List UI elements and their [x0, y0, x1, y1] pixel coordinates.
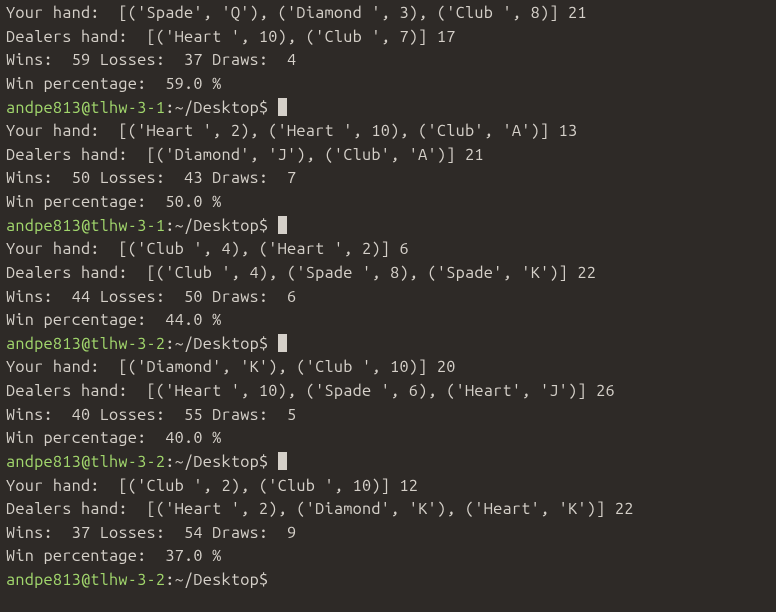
output-line-dealers-hand: Dealers hand: [('Heart ', 10), ('Spade '… — [6, 380, 770, 404]
output-line-your-hand: Your hand: [('Spade', 'Q'), ('Diamond ',… — [6, 2, 770, 26]
output-line-your-hand: Your hand: [('Club ', 4), ('Heart ', 2)]… — [6, 238, 770, 262]
cursor-icon — [278, 216, 287, 234]
output-line-dealers-hand: Dealers hand: [('Heart ', 2), ('Diamond'… — [6, 498, 770, 522]
prompt-line[interactable]: andpe813@tlhw-3-1:~/Desktop$ — [6, 97, 770, 121]
terminal-output[interactable]: Your hand: [('Spade', 'Q'), ('Diamond ',… — [6, 2, 770, 593]
prompt-separator: : — [165, 571, 174, 589]
prompt-dollar: $ — [259, 217, 278, 235]
output-line-stats: Wins: 40 Losses: 55 Draws: 5 — [6, 404, 770, 428]
output-line-stats: Wins: 44 Losses: 50 Draws: 6 — [6, 286, 770, 310]
prompt-user-host: andpe813@tlhw-3-2 — [6, 335, 165, 353]
prompt-dollar: $ — [259, 453, 278, 471]
output-line-your-hand: Your hand: [('Heart ', 2), ('Heart ', 10… — [6, 120, 770, 144]
cursor-icon — [278, 98, 287, 116]
prompt-separator: : — [165, 99, 174, 117]
prompt-separator: : — [165, 335, 174, 353]
output-line-dealers-hand: Dealers hand: [('Diamond', 'J'), ('Club'… — [6, 144, 770, 168]
output-line-dealers-hand: Dealers hand: [('Club ', 4), ('Spade ', … — [6, 262, 770, 286]
output-line-win-percentage: Win percentage: 50.0 % — [6, 191, 770, 215]
prompt-path: ~/Desktop — [175, 453, 259, 471]
output-line-win-percentage: Win percentage: 37.0 % — [6, 545, 770, 569]
prompt-path: ~/Desktop — [175, 217, 259, 235]
output-line-dealers-hand: Dealers hand: [('Heart ', 10), ('Club ',… — [6, 26, 770, 50]
output-line-win-percentage: Win percentage: 40.0 % — [6, 427, 770, 451]
output-line-stats: Wins: 50 Losses: 43 Draws: 7 — [6, 167, 770, 191]
prompt-path: ~/Desktop — [175, 571, 259, 589]
prompt-line[interactable]: andpe813@tlhw-3-2:~/Desktop$ — [6, 451, 770, 475]
prompt-dollar: $ — [259, 571, 278, 589]
output-line-stats: Wins: 37 Losses: 54 Draws: 9 — [6, 522, 770, 546]
prompt-separator: : — [165, 453, 174, 471]
prompt-dollar: $ — [259, 99, 278, 117]
output-line-stats: Wins: 59 Losses: 37 Draws: 4 — [6, 49, 770, 73]
prompt-path: ~/Desktop — [175, 335, 259, 353]
prompt-user-host: andpe813@tlhw-3-2 — [6, 453, 165, 471]
prompt-line[interactable]: andpe813@tlhw-3-1:~/Desktop$ — [6, 215, 770, 239]
prompt-line[interactable]: andpe813@tlhw-3-2:~/Desktop$ — [6, 569, 770, 593]
output-line-win-percentage: Win percentage: 59.0 % — [6, 73, 770, 97]
prompt-user-host: andpe813@tlhw-3-1 — [6, 99, 165, 117]
cursor-icon — [278, 334, 287, 352]
prompt-user-host: andpe813@tlhw-3-2 — [6, 571, 165, 589]
prompt-separator: : — [165, 217, 174, 235]
output-line-win-percentage: Win percentage: 44.0 % — [6, 309, 770, 333]
cursor-icon — [278, 452, 287, 470]
prompt-line[interactable]: andpe813@tlhw-3-2:~/Desktop$ — [6, 333, 770, 357]
output-line-your-hand: Your hand: [('Diamond', 'K'), ('Club ', … — [6, 356, 770, 380]
prompt-path: ~/Desktop — [175, 99, 259, 117]
output-line-your-hand: Your hand: [('Club ', 2), ('Club ', 10)]… — [6, 475, 770, 499]
prompt-dollar: $ — [259, 335, 278, 353]
prompt-user-host: andpe813@tlhw-3-1 — [6, 217, 165, 235]
